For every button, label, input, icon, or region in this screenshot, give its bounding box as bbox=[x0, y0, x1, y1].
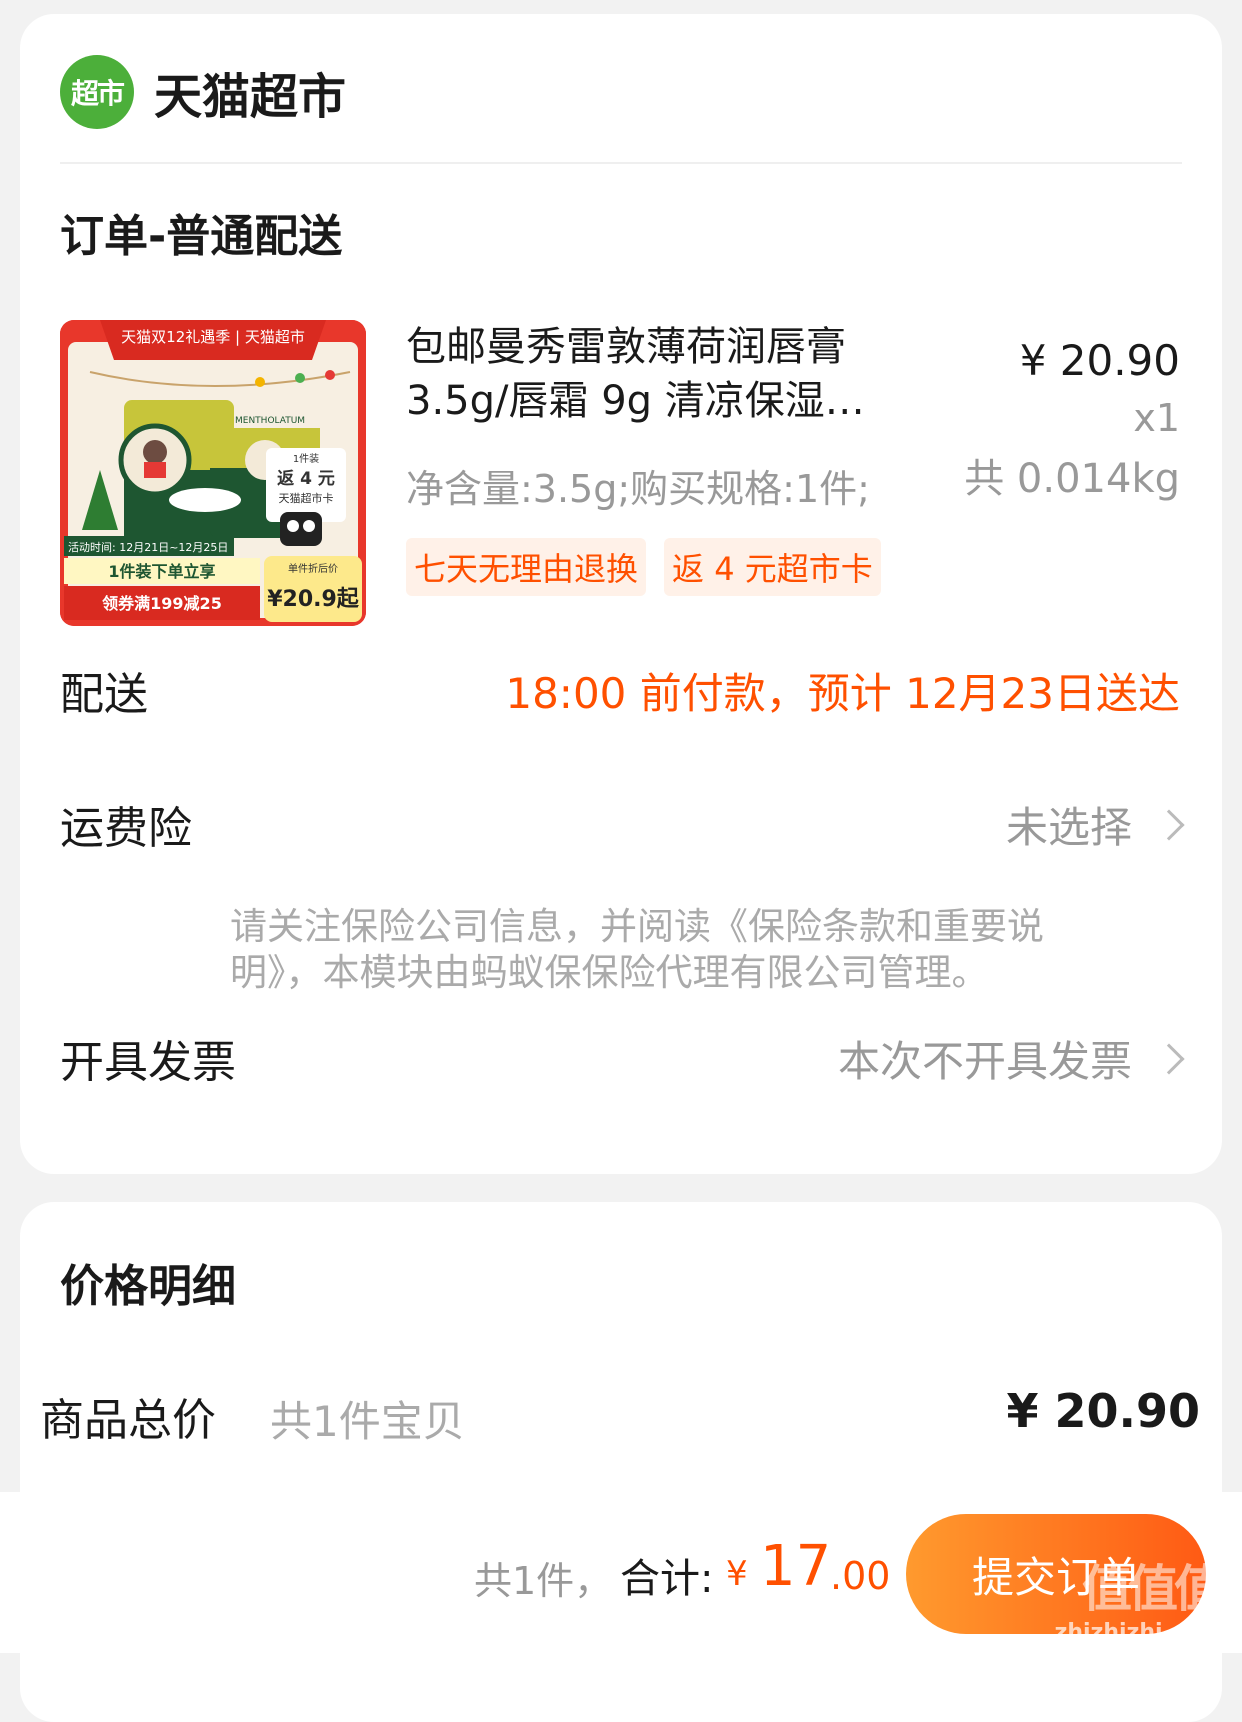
total-amount-decimal: .00 bbox=[830, 1554, 891, 1598]
thumb-brand-text: MENTHOLATUM bbox=[235, 416, 305, 426]
thumb-activity-time: 活动时间: 12月21日~12月25日 bbox=[68, 541, 228, 554]
shipping-insurance-selector[interactable]: 未选择 bbox=[1005, 794, 1185, 855]
currency-symbol: ¥ bbox=[726, 1554, 748, 1594]
product-weight: 共 0.014kg bbox=[964, 456, 1180, 502]
total-label: 合计: bbox=[620, 1556, 714, 1602]
thumb-after-price-label: 单件折后价 bbox=[288, 562, 338, 575]
invoice-value: 本次不开具发票 bbox=[837, 1037, 1132, 1086]
delivery-estimate[interactable]: 18:00 前付款，预计 12月23日送达 bbox=[505, 660, 1180, 721]
product-thumbnail[interactable]: 天猫双12礼遇季 | 天猫超市 MENTHOLATUM 1件装 返 4 元 天猫… bbox=[60, 320, 366, 626]
product-title[interactable]: 包邮曼秀雷敦薄荷润唇膏 3.5g/唇霜 9g 清凉保湿… bbox=[406, 320, 926, 428]
thumb-after-price: ¥20.9起 bbox=[267, 587, 360, 612]
service-tags: 七天无理由退换 返 4 元超市卡 bbox=[406, 538, 881, 596]
product-spec[interactable]: 净含量:3.5g;购买规格:1件; bbox=[406, 458, 870, 513]
thumb-promo-line1: 1件装下单立享 bbox=[108, 562, 215, 581]
thumb-card-text: 天猫超市卡 bbox=[279, 491, 334, 505]
return-policy-tag: 七天无理由退换 bbox=[406, 538, 647, 596]
product-title-line1: 包邮曼秀雷敦薄荷润唇膏 bbox=[406, 324, 846, 370]
divider bbox=[60, 162, 1182, 164]
goods-total-label: 商品总价 bbox=[40, 1395, 216, 1446]
order-card: 超市 天猫超市 订单-普通配送 天猫双12礼遇季 | 天猫超市 MENTHOLA… bbox=[20, 14, 1222, 1174]
chevron-right-icon bbox=[1153, 1042, 1185, 1075]
insurance-note: 请关注保险公司信息，并阅读《保险条款和重要说明》，本模块由蚂蚁保保险代理有限公司… bbox=[230, 905, 1044, 994]
invoice-selector[interactable]: 本次不开具发票 bbox=[837, 1028, 1185, 1089]
store-header[interactable]: 超市 天猫超市 bbox=[60, 52, 346, 132]
product-quantity: x1 bbox=[1133, 396, 1180, 440]
price-detail-title: 价格明细 bbox=[60, 1261, 236, 1312]
watermark-logo: 值值值 bbox=[1082, 1560, 1224, 1618]
checkout-bar: 共1件， 合计: ¥ 17 .00 提交订单 值值值 zhizhizhi.com bbox=[0, 1492, 1242, 1653]
delivery-label: 配送 bbox=[60, 669, 148, 720]
store-name: 天猫超市 bbox=[154, 69, 347, 125]
item-count: 共1件， bbox=[474, 1559, 613, 1603]
thumb-banner-text: 天猫双12礼遇季 | 天猫超市 bbox=[121, 328, 305, 346]
invoice-label: 开具发票 bbox=[60, 1037, 236, 1088]
goods-total-count: 共1件宝贝 bbox=[270, 1397, 465, 1446]
cashback-tag: 返 4 元超市卡 bbox=[664, 538, 881, 596]
watermark-domain: zhizhizhi.com bbox=[1054, 1620, 1222, 1645]
tmall-supermarket-logo: 超市 bbox=[60, 55, 134, 129]
product-price: ¥ 20.90 bbox=[1019, 336, 1180, 385]
thumb-return-text: 返 4 元 bbox=[277, 469, 335, 489]
order-section-title: 订单-普通配送 bbox=[60, 211, 343, 262]
goods-total-value: ¥ 20.90 bbox=[1006, 1384, 1200, 1438]
thumb-pack-text: 1件装 bbox=[293, 452, 319, 465]
shipping-insurance-label: 运费险 bbox=[60, 803, 192, 854]
shipping-insurance-value: 未选择 bbox=[1005, 803, 1132, 852]
product-title-line2: 3.5g/唇霜 9g 清凉保湿… bbox=[406, 378, 865, 424]
total-amount-integer: 17 bbox=[760, 1534, 832, 1599]
delivery-estimate-text: 18:00 前付款，预计 12月23日送达 bbox=[505, 669, 1180, 718]
thumb-promo-line2: 领券满199减25 bbox=[102, 594, 222, 613]
chevron-right-icon bbox=[1153, 808, 1185, 841]
